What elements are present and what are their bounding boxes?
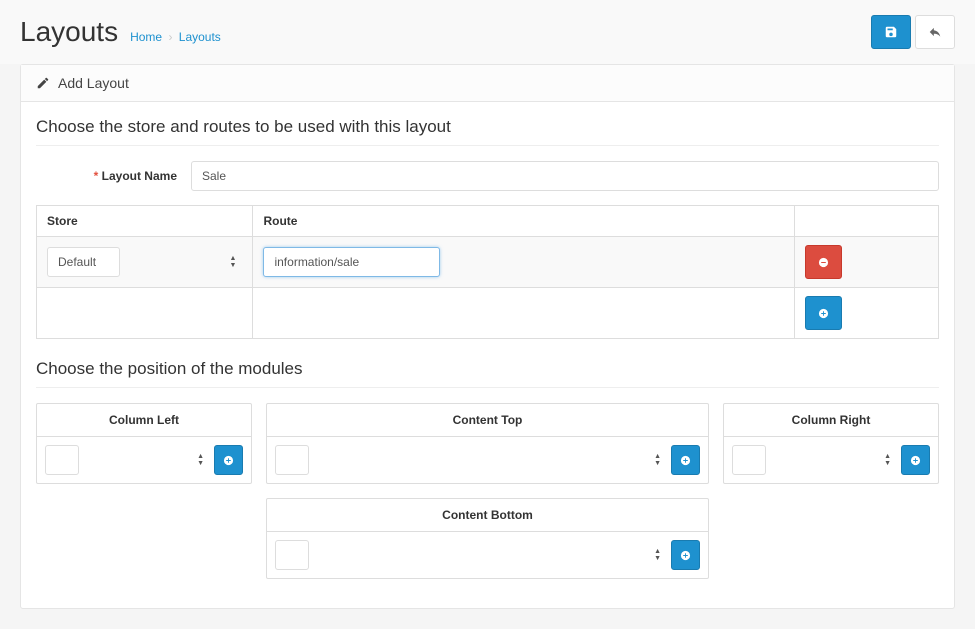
plus-circle-icon [680,455,691,466]
panel-heading: Add Layout [21,65,954,102]
content-top-select-wrap: ▲▼ [275,445,667,475]
layout-name-label: Layout Name [36,169,191,183]
module-column-left-header: Column Left [37,404,251,437]
module-content-bottom: Content Bottom ▲▼ [266,498,709,579]
column-right-add-button[interactable] [901,445,930,475]
section-routes-title: Choose the store and routes to be used w… [36,117,939,146]
header-actions [871,15,955,49]
stepper-icon: ▲▼ [230,255,237,269]
add-route-button[interactable] [805,296,842,330]
routes-th-route: Route [253,206,794,237]
page-header-left: Layouts Home › Layouts [20,16,221,48]
content-bottom-add-button[interactable] [671,540,700,570]
plus-circle-icon [818,308,829,319]
panel-body: Choose the store and routes to be used w… [21,102,954,608]
column-right-select[interactable] [732,445,766,475]
route-add-row [37,288,939,339]
panel-heading-text: Add Layout [58,75,129,91]
module-column-right-header: Column Right [724,404,938,437]
page-header: Layouts Home › Layouts [0,0,975,64]
back-button[interactable] [915,15,955,49]
store-select-wrap: Default ▲▼ [47,247,242,277]
column-left-add-button[interactable] [214,445,243,475]
routes-th-store: Store [37,206,253,237]
modules-row-top: Column Left ▲▼ Content Top ▲▼ [36,403,939,484]
content-bottom-select-wrap: ▲▼ [275,540,667,570]
modules-row-bottom: Content Bottom ▲▼ [36,498,939,579]
column-left-select-wrap: ▲▼ [45,445,210,475]
save-button[interactable] [871,15,911,49]
page-title: Layouts [20,16,118,48]
module-column-right: Column Right ▲▼ [723,403,939,484]
stepper-icon: ▲▼ [654,548,661,562]
breadcrumb-sep: › [168,30,172,44]
module-content-bottom-header: Content Bottom [267,499,708,532]
stepper-icon: ▲▼ [884,453,891,467]
reply-icon [928,25,942,39]
plus-circle-icon [223,455,234,466]
panel-add-layout: Add Layout Choose the store and routes t… [20,64,955,609]
stepper-icon: ▲▼ [197,453,204,467]
plus-circle-icon [910,455,921,466]
remove-route-button[interactable] [805,245,842,279]
route-input[interactable] [263,247,440,277]
route-row: Default ▲▼ [37,237,939,288]
layout-name-row: Layout Name [36,161,939,191]
breadcrumb-current[interactable]: Layouts [179,30,221,44]
minus-circle-icon [818,257,829,268]
save-icon [884,25,898,39]
pencil-icon [36,76,50,90]
plus-circle-icon [680,550,691,561]
column-right-select-wrap: ▲▼ [732,445,897,475]
column-left-select[interactable] [45,445,79,475]
content-top-add-button[interactable] [671,445,700,475]
layout-name-input[interactable] [191,161,939,191]
module-content-top: Content Top ▲▼ [266,403,709,484]
stepper-icon: ▲▼ [654,453,661,467]
routes-th-actions [794,206,938,237]
section-modules-title: Choose the position of the modules [36,359,939,388]
breadcrumb-home[interactable]: Home [130,30,162,44]
store-select[interactable]: Default [47,247,120,277]
module-content-top-header: Content Top [267,404,708,437]
content-bottom-select[interactable] [275,540,309,570]
routes-table: Store Route Default ▲▼ [36,205,939,339]
breadcrumb: Home › Layouts [130,30,221,44]
content-top-select[interactable] [275,445,309,475]
module-column-left: Column Left ▲▼ [36,403,252,484]
